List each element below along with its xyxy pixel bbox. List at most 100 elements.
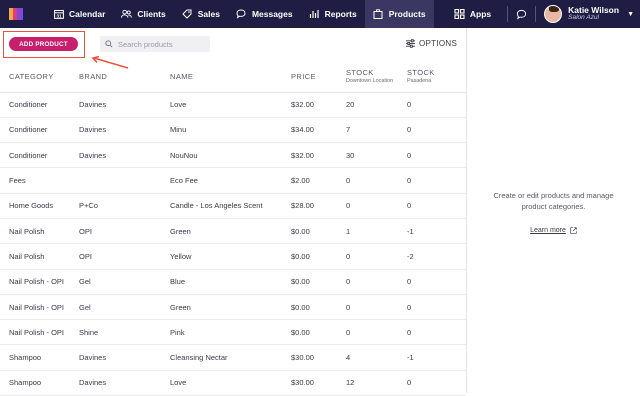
user-info[interactable]: Katie Wilson Salon Azul [568, 6, 619, 22]
grid-icon [454, 9, 465, 19]
apps-button[interactable]: Apps [446, 0, 499, 28]
cell-brand [79, 167, 170, 194]
chevron-down-icon[interactable]: ▼ [627, 11, 634, 18]
cell-category: Shampoo [0, 370, 79, 396]
nav-item-products[interactable]: Products [364, 0, 434, 28]
cell-stock-pasadena: 0 [407, 319, 466, 346]
table-row[interactable]: Nail Polish OPI Yellow $0.00 0 -2 [0, 243, 466, 270]
cell-stock-pasadena: 0 [407, 92, 466, 118]
table-row[interactable]: Shampoo Davines Love $30.00 12 0 [0, 370, 466, 396]
cell-stock-downtown: 1 [346, 218, 407, 245]
external-link-icon [570, 227, 577, 234]
cell-name: Green [170, 218, 291, 245]
table-row[interactable]: Shampoo Davines Cleansing Nectar $30.00 4 -1 [0, 344, 466, 371]
cell-brand: Davines [79, 92, 170, 118]
box-icon [373, 9, 384, 19]
cell-stock-downtown: 0 [346, 193, 407, 219]
cell-name: Yellow [170, 243, 291, 270]
cell-price: $30.00 [291, 344, 346, 371]
top-nav-bar: 31 Calendar Clients Sales Messages Reports Pro… [0, 0, 640, 28]
table-row[interactable]: Conditioner Davines Minu $34.00 7 0 [0, 117, 466, 144]
products-toolbar: ADD PRODUCT Search products OPTIONS [0, 28, 466, 61]
cell-brand: Davines [79, 344, 170, 371]
app-logo[interactable] [9, 7, 23, 21]
cell-stock-downtown: 0 [346, 319, 407, 346]
nav-item-calendar[interactable]: 31 Calendar [45, 0, 113, 28]
table-row[interactable]: Nail Polish OPI Green $0.00 1 -1 [0, 218, 466, 245]
options-label: OPTIONS [419, 39, 458, 48]
cell-brand: Gel [79, 294, 170, 321]
table-row[interactable]: Nail Polish - OPI Shine Pink $0.00 0 0 [0, 319, 466, 346]
cell-name: Pink [170, 319, 291, 346]
chat-bubble-icon[interactable] [516, 9, 527, 20]
info-panel: Create or edit products and manage produ… [467, 190, 640, 236]
cell-price: $32.00 [291, 92, 346, 118]
nav-item-messages[interactable]: Messages [228, 0, 301, 28]
cell-stock-downtown: 4 [346, 344, 407, 371]
col-stock-downtown-header[interactable]: STOCK Downtown Location [346, 61, 407, 93]
col-name-header[interactable]: NAME [170, 61, 291, 93]
main-nav: 31 Calendar Clients Sales Messages Reports Pro… [45, 0, 434, 28]
cell-stock-downtown: 0 [346, 269, 407, 295]
options-button[interactable]: OPTIONS [406, 39, 457, 48]
nav-item-label: Messages [251, 9, 293, 19]
cell-price: $0.00 [291, 218, 346, 245]
highlight-box: ADD PRODUCT [3, 31, 85, 58]
cell-brand: OPI [79, 243, 170, 270]
col-price-header[interactable]: PRICE [291, 61, 346, 93]
table-row[interactable]: Nail Polish - OPI Gel Blue $0.00 0 0 [0, 269, 466, 295]
tag-icon [182, 9, 193, 19]
nav-item-label: Clients [137, 9, 166, 19]
add-product-button[interactable]: ADD PRODUCT [9, 37, 78, 51]
search-input[interactable]: Search products [100, 36, 210, 52]
cell-stock-downtown: 30 [346, 142, 407, 169]
table-row[interactable]: Conditioner Davines NouNou $32.00 30 0 [0, 142, 466, 169]
col-stock-pasadena-header[interactable]: STOCK Pasadena [407, 61, 466, 93]
cell-price: $32.00 [291, 142, 346, 169]
cell-name: Minu [170, 117, 291, 144]
cell-category: Nail Polish [0, 243, 79, 270]
table-row[interactable]: Fees Eco Fee $2.00 0 0 [0, 167, 466, 194]
cell-stock-downtown: 0 [346, 243, 407, 270]
nav-divider [507, 6, 509, 22]
nav-divider [535, 6, 537, 22]
table-row[interactable]: Conditioner Davines Love $32.00 20 0 [0, 92, 466, 118]
cell-brand: Shine [79, 319, 170, 346]
col-brand-header[interactable]: BRAND [79, 61, 170, 93]
nav-item-clients[interactable]: Clients [113, 0, 173, 28]
nav-item-reports[interactable]: Reports [301, 0, 365, 28]
user-avatar[interactable] [544, 5, 563, 23]
chat-icon [236, 9, 247, 19]
salon-name: Salon Azul [568, 14, 599, 22]
cell-category: Nail Polish - OPI [0, 319, 79, 346]
cell-brand: Davines [79, 117, 170, 144]
table-row[interactable]: Nail Polish - OPI Gel Green $0.00 0 0 [0, 294, 466, 321]
cell-category: Nail Polish - OPI [0, 294, 79, 321]
search-placeholder: Search products [118, 39, 173, 49]
table-row[interactable]: Home Goods P+Co Candle - Los Angeles Scent… [0, 193, 466, 219]
cell-stock-pasadena: -1 [407, 218, 466, 245]
col-category-header[interactable]: CATEGORY [0, 61, 79, 93]
nav-item-label: Calendar [69, 9, 106, 19]
cell-price: $28.00 [291, 193, 346, 219]
cell-price: $0.00 [291, 243, 346, 270]
sliders-icon [406, 39, 415, 48]
cell-category: Conditioner [0, 92, 79, 118]
stock-label: STOCK [407, 68, 435, 78]
learn-more-label: Learn more [530, 227, 566, 234]
learn-more-link[interactable]: Learn more [530, 225, 577, 236]
cell-stock-downtown: 20 [346, 92, 407, 118]
cell-brand: Gel [79, 269, 170, 295]
cell-price: $30.00 [291, 370, 346, 396]
cell-name: Blue [170, 269, 291, 295]
cell-price: $0.00 [291, 269, 346, 295]
cell-category: Home Goods [0, 193, 79, 219]
products-table: CATEGORY BRAND NAME PRICE STOCK Downtown… [0, 61, 466, 396]
cell-name: Eco Fee [170, 167, 291, 194]
location-label: Downtown Location [346, 78, 394, 85]
cell-stock-downtown: 0 [346, 294, 407, 321]
cell-price: $2.00 [291, 167, 346, 194]
cell-stock-pasadena: -2 [407, 243, 466, 270]
cell-name: Love [170, 370, 291, 396]
nav-item-sales[interactable]: Sales [174, 0, 228, 28]
